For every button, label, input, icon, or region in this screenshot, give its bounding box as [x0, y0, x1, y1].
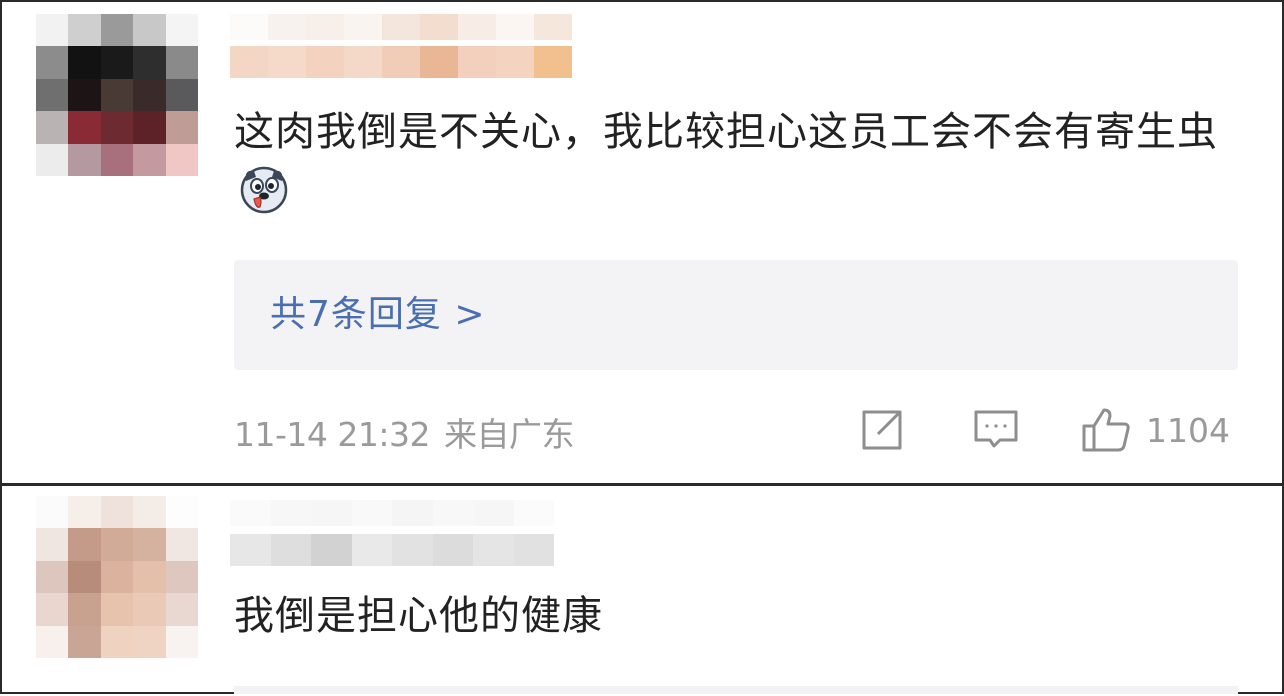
reply-button[interactable] — [972, 406, 1020, 458]
comment-text: 我倒是担心他的健康 — [234, 586, 1244, 646]
avatar[interactable] — [36, 14, 198, 176]
comment-list: 这肉我倒是不关心，我比较担心这员工会不会有寄生虫 共7条回复 > 11-14 2… — [0, 0, 1284, 694]
thumbs-up-icon — [1082, 408, 1130, 452]
view-replies-button[interactable] — [234, 686, 1238, 694]
comment-text: 这肉我倒是不关心，我比较担心这员工会不会有寄生虫 — [234, 102, 1244, 222]
username-blur-top — [230, 14, 572, 40]
comment-item: 这肉我倒是不关心，我比较担心这员工会不会有寄生虫 共7条回复 > 11-14 2… — [2, 2, 1284, 483]
like-button[interactable]: 1104 — [1080, 406, 1230, 454]
username-blur-top — [230, 500, 554, 526]
username[interactable] — [230, 534, 554, 566]
share-button[interactable] — [858, 406, 906, 458]
comment-icon — [974, 410, 1018, 448]
share-icon — [862, 410, 902, 450]
comment-meta: 11-14 21:32 来自广东 — [234, 408, 574, 456]
view-replies-button[interactable]: 共7条回复 > — [234, 260, 1238, 370]
dog-face-emoji-icon — [240, 166, 288, 214]
timestamp: 11-14 21:32 — [234, 415, 430, 454]
comment-text-content: 我倒是担心他的健康 — [234, 593, 603, 639]
location: 来自广东 — [443, 415, 575, 454]
comment-footer: 11-14 21:32 来自广东 1104 — [234, 402, 1238, 458]
like-count: 1104 — [1146, 410, 1230, 450]
avatar[interactable] — [36, 496, 198, 658]
username[interactable] — [230, 46, 572, 78]
comment-item: 我倒是担心他的健康 — [2, 486, 1284, 696]
comment-text-content: 这肉我倒是不关心，我比较担心这员工会不会有寄生虫 — [234, 109, 1218, 155]
view-replies-label: 共7条回复 > — [270, 294, 486, 335]
